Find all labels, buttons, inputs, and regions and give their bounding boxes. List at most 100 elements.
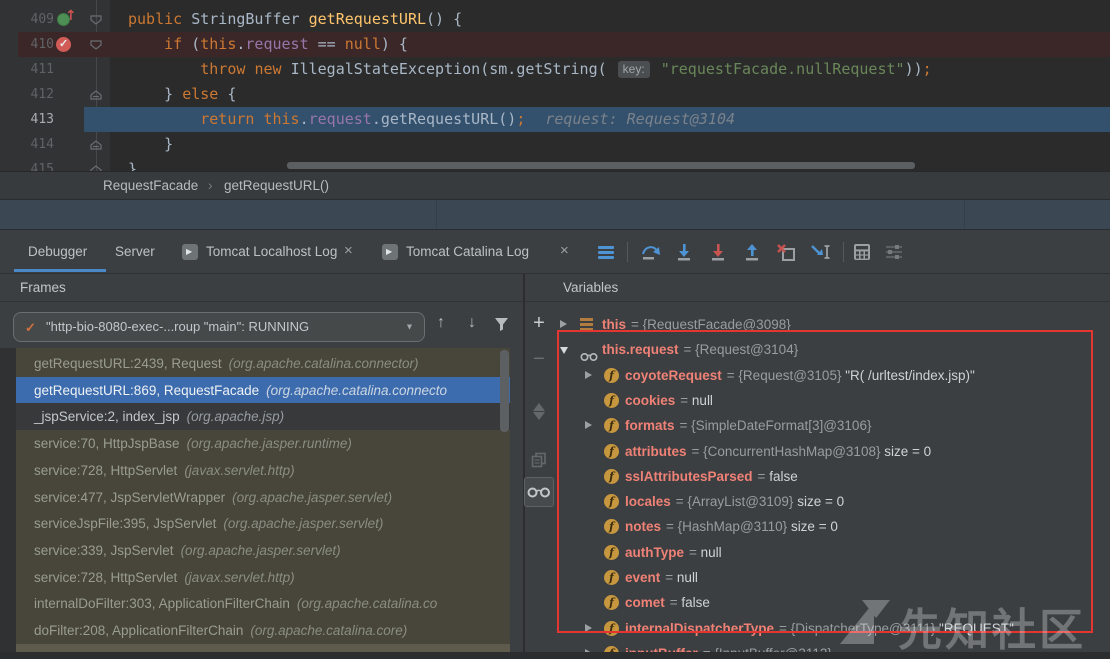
move-watch-up-icon[interactable]	[528, 386, 550, 408]
thread-selector-value: "http-bio-8080-exec-...roup "main": RUNN…	[46, 313, 394, 341]
code-line: } else {	[128, 82, 236, 107]
variable-text: event= null	[625, 565, 698, 590]
show-watches-toggle[interactable]	[524, 477, 554, 507]
hide-library-frames-filter-icon[interactable]	[494, 317, 509, 337]
breadcrumb-class[interactable]: RequestFacade	[103, 172, 198, 199]
variable-eq: =	[684, 342, 696, 357]
variable-row[interactable]: comet= false	[556, 590, 1110, 615]
run-to-cursor-icon[interactable]	[809, 242, 831, 264]
variable-row[interactable]: sslAttributesParsed= false	[556, 464, 1110, 489]
variable-eq: =	[727, 368, 739, 383]
thread-status-checkmark-icon	[25, 314, 36, 341]
editor-horizontal-scrollbar[interactable]	[287, 162, 915, 169]
show-execution-point-icon[interactable]	[596, 242, 618, 264]
drop-frame-icon[interactable]	[775, 242, 797, 264]
evaluate-expression-icon[interactable]	[852, 242, 874, 264]
frame-row[interactable]: service:339, JspServlet(org.apache.jaspe…	[16, 537, 510, 564]
variable-row[interactable]: cookies= null	[556, 388, 1110, 413]
tab-tomcat-catalina-log[interactable]: Tomcat Catalina Log	[406, 230, 529, 273]
breakpoint-verified-icon[interactable]	[56, 37, 72, 53]
variable-text: inputBuffer= {InputBuffer@3112}	[625, 641, 832, 652]
collapsed-arrow-icon[interactable]	[560, 320, 567, 328]
variable-row[interactable]: locales= {ArrayList@3109} size = 0	[556, 489, 1110, 514]
line-number: 413	[20, 107, 54, 132]
frame-row[interactable]: serviceJspFile:395, JspServlet(org.apach…	[16, 510, 510, 537]
frame-row[interactable]: internalDoFilter:303, ApplicationFilterC…	[16, 590, 510, 617]
frame-move-up-icon[interactable]	[437, 314, 445, 332]
expanded-arrow-icon[interactable]	[560, 347, 568, 354]
variable-row[interactable]: this.request= {Request@3104}	[556, 337, 1110, 362]
step-into-icon[interactable]	[674, 242, 696, 264]
frame-row[interactable]: service:70, HttpJspBase(org.apache.jaspe…	[16, 430, 510, 457]
code-token	[652, 60, 661, 78]
frame-location: service:477, JspServletWrapper	[34, 490, 225, 505]
variable-ref: {DispatcherType@3111}	[791, 621, 939, 636]
variable-ref: {Request@3105}	[738, 368, 845, 383]
variable-val: false	[769, 469, 798, 484]
variable-text: notes= {HashMap@3110} size = 0	[625, 514, 838, 539]
frames-scrollbar[interactable]	[500, 350, 509, 432]
frame-row[interactable]: _jspService:2, index_jsp(org.apache.jsp)	[16, 403, 510, 430]
frame-row[interactable]: service:728, HttpServlet(javax.servlet.h…	[16, 564, 510, 591]
step-over-icon[interactable]	[640, 242, 662, 264]
step-out-icon[interactable]	[742, 242, 764, 264]
frame-row[interactable]: service:728, HttpServlet(javax.servlet.h…	[16, 457, 510, 484]
frame-package: (javax.servlet.http)	[184, 570, 294, 585]
frame-package: (org.apache.jasper.servlet)	[232, 490, 392, 505]
thread-selector-dropdown[interactable]: "http-bio-8080-exec-...roup "main": RUNN…	[13, 312, 425, 342]
breadcrumb-method[interactable]: getRequestURL()	[224, 172, 329, 199]
code-editor[interactable]: 409public StringBuffer getRequestURL() {…	[0, 0, 1110, 171]
trace-settings-icon[interactable]	[884, 242, 906, 264]
variable-name: sslAttributesParsed	[625, 469, 753, 484]
variable-row[interactable]: internalDispatcherType= {DispatcherType@…	[556, 616, 1110, 641]
variables-tree[interactable]: this= {RequestFacade@3098}this.request= …	[556, 302, 1110, 652]
code-token: throw	[200, 60, 254, 78]
variable-row[interactable]: this= {RequestFacade@3098}	[556, 312, 1110, 337]
tab-server[interactable]: Server	[115, 230, 155, 273]
tab-debugger[interactable]: Debugger	[28, 230, 87, 273]
variable-name: formats	[625, 418, 675, 433]
fold-marker-icon[interactable]	[90, 138, 102, 156]
method-breakpoint-icon[interactable]	[57, 10, 77, 28]
force-step-into-icon[interactable]	[708, 242, 730, 264]
field-icon	[604, 444, 619, 459]
field-icon	[604, 519, 619, 534]
variable-row[interactable]: coyoteRequest= {Request@3105} "R( /urlte…	[556, 363, 1110, 388]
fold-marker-icon[interactable]	[90, 38, 102, 56]
collapsed-arrow-icon[interactable]	[585, 624, 592, 632]
code-token: ) {	[381, 35, 408, 53]
close-icon[interactable]	[344, 230, 353, 273]
add-watch-icon[interactable]	[528, 312, 550, 334]
frame-row[interactable]: getRequestURL:869, RequestFacade(org.apa…	[16, 377, 510, 404]
collapsed-arrow-icon[interactable]	[585, 371, 592, 379]
frames-list[interactable]: getRequestURL:2439, Request(org.apache.c…	[0, 348, 510, 659]
fold-marker-icon[interactable]	[90, 88, 102, 106]
code-line: return this.request.getRequestURL();requ…	[128, 107, 735, 132]
duplicate-watch-icon[interactable]	[528, 452, 550, 474]
variable-row[interactable]: event= null	[556, 565, 1110, 590]
frame-row[interactable]: doFilter:208, ApplicationFilterChain(org…	[16, 617, 510, 644]
variable-val: false	[681, 595, 710, 610]
variable-name: cookies	[625, 393, 675, 408]
collapsed-arrow-icon[interactable]	[585, 421, 592, 429]
frame-row[interactable]: getRequestURL:2439, Request(org.apache.c…	[16, 350, 510, 377]
variable-row[interactable]: formats= {SimpleDateFormat[3]@3106}	[556, 413, 1110, 438]
frame-move-down-icon[interactable]	[468, 314, 476, 332]
fold-marker-icon[interactable]	[90, 13, 102, 31]
tab-tomcat-localhost-log[interactable]: Tomcat Localhost Log	[206, 230, 337, 273]
parameter-hint-chip: key:	[618, 61, 650, 78]
variable-ref: {ConcurrentHashMap@3108}	[703, 444, 884, 459]
frame-row[interactable]: service:477, JspServletWrapper (org.apach…	[16, 484, 510, 511]
variable-row[interactable]: notes= {HashMap@3110} size = 0	[556, 514, 1110, 539]
variable-row[interactable]: authType= null	[556, 540, 1110, 565]
frame-location: getRequestURL:869, RequestFacade	[34, 383, 259, 398]
move-watch-down-icon[interactable]	[528, 420, 550, 442]
remove-watch-icon[interactable]	[528, 348, 550, 370]
variable-row[interactable]: attributes= {ConcurrentHashMap@3108} siz…	[556, 439, 1110, 464]
code-token: this	[200, 35, 236, 53]
close-icon[interactable]	[560, 230, 569, 273]
variable-row[interactable]: inputBuffer= {InputBuffer@3112}	[556, 641, 1110, 652]
field-icon	[604, 469, 619, 484]
variable-text: coyoteRequest= {Request@3105} "R( /urlte…	[625, 363, 975, 388]
fold-marker-icon[interactable]	[90, 163, 102, 171]
